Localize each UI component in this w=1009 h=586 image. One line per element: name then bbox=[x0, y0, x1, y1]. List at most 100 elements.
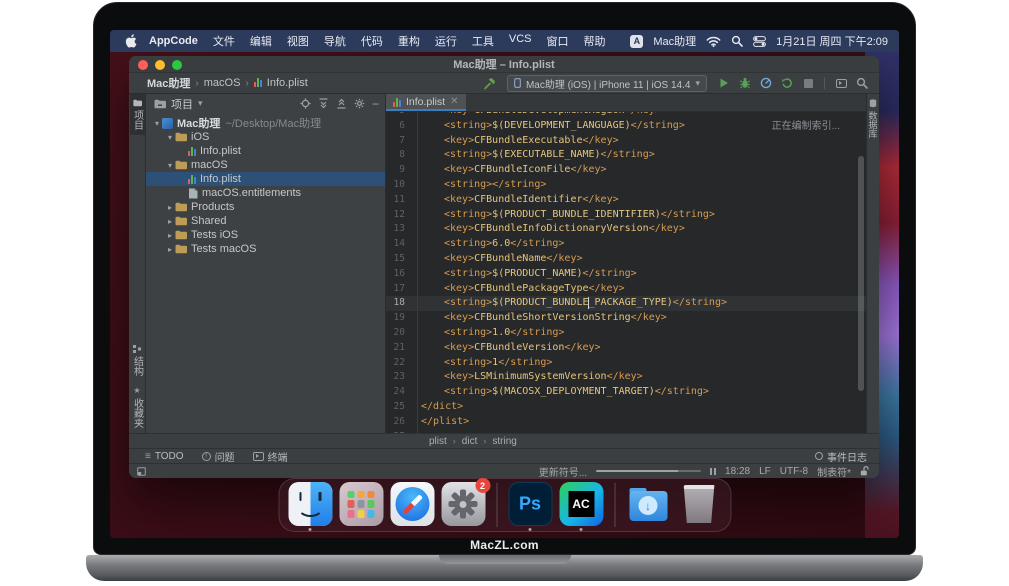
menubar-menu-10[interactable]: 帮助 bbox=[584, 33, 606, 49]
dock-item-safari[interactable] bbox=[389, 480, 435, 530]
tree-chevron-icon[interactable]: ▸ bbox=[165, 245, 175, 254]
menubar-menu-4[interactable]: 代码 bbox=[361, 33, 383, 49]
collapse-all-icon[interactable] bbox=[336, 98, 347, 109]
search-everywhere-icon[interactable] bbox=[853, 75, 871, 91]
tree-item-Info.plist[interactable]: Info.plist bbox=[146, 144, 385, 158]
spotlight-search-icon[interactable] bbox=[731, 35, 743, 47]
hide-panel-icon[interactable]: − bbox=[372, 99, 379, 109]
project-view-selector[interactable]: 项目 bbox=[171, 96, 193, 112]
breadcrumb-item-2[interactable]: Info.plist bbox=[267, 77, 308, 89]
minimize-window-button[interactable] bbox=[155, 60, 165, 70]
tree-item-macOS[interactable]: ▾macOS bbox=[146, 158, 385, 172]
tab-info-plist[interactable]: Info.plist ✕ bbox=[386, 94, 466, 111]
locate-file-icon[interactable] bbox=[300, 98, 311, 109]
caret-position-widget[interactable]: 18:28 bbox=[725, 466, 750, 477]
menubar-menu-5[interactable]: 重构 bbox=[398, 33, 420, 49]
stop-button[interactable] bbox=[799, 75, 817, 91]
code-line-9[interactable]: 9<key>CFBundleIconFile</key> bbox=[386, 163, 866, 178]
menubar-menu-8[interactable]: VCS bbox=[509, 33, 532, 49]
tree-item-macOS.entitlements[interactable]: macOS.entitlements bbox=[146, 186, 385, 200]
code-line-26[interactable]: 26</plist> bbox=[386, 415, 866, 430]
tool-button-favorites[interactable]: ★ 收藏夹 bbox=[130, 381, 145, 433]
editor-scrollbar[interactable] bbox=[858, 156, 864, 391]
code-line-19[interactable]: 19<key>CFBundleShortVersionString</key> bbox=[386, 311, 866, 326]
breadcrumb-item-1[interactable]: macOS bbox=[204, 77, 241, 89]
indent-widget[interactable]: 制表符* bbox=[817, 464, 851, 479]
editor-breadcrumb-dict[interactable]: dict bbox=[462, 436, 478, 447]
code-line-17[interactable]: 17<key>CFBundlePackageType</key> bbox=[386, 282, 866, 297]
tool-button-structure[interactable]: 结构 bbox=[130, 340, 145, 381]
wifi-icon[interactable] bbox=[706, 36, 721, 47]
build-hammer-icon[interactable] bbox=[481, 75, 499, 91]
tree-chevron-icon[interactable]: ▸ bbox=[165, 203, 175, 212]
code-line-8[interactable]: 8<string>$(EXECUTABLE_NAME)</string> bbox=[386, 148, 866, 163]
menubar-menu-2[interactable]: 视图 bbox=[287, 33, 309, 49]
tree-item-Tests-iOS[interactable]: ▸Tests iOS bbox=[146, 228, 385, 242]
menubar-menu-3[interactable]: 导航 bbox=[324, 33, 346, 49]
tree-item-Tests-macOS[interactable]: ▸Tests macOS bbox=[146, 242, 385, 256]
line-ending-widget[interactable]: LF bbox=[759, 466, 771, 477]
close-window-button[interactable] bbox=[138, 60, 148, 70]
menubar-menu-9[interactable]: 窗口 bbox=[547, 33, 569, 49]
terminal-tool-button[interactable]: 终端 bbox=[253, 449, 288, 464]
code-line-15[interactable]: 15<key>CFBundleName</key> bbox=[386, 252, 866, 267]
code-line-11[interactable]: 11<key>CFBundleIdentifier</key> bbox=[386, 193, 866, 208]
expand-all-icon[interactable] bbox=[318, 98, 329, 109]
zoom-window-button[interactable] bbox=[172, 60, 182, 70]
menubar-app-status[interactable]: Mac助理 bbox=[653, 33, 696, 49]
profile-button[interactable] bbox=[757, 75, 775, 91]
dock-item-launchpad[interactable] bbox=[338, 480, 384, 530]
code-line-20[interactable]: 20<string>1.0</string> bbox=[386, 326, 866, 341]
tool-button-project[interactable]: 项目 bbox=[130, 94, 145, 135]
tree-chevron-icon[interactable]: ▸ bbox=[165, 217, 175, 226]
code-line-25[interactable]: 25</dict> bbox=[386, 400, 866, 415]
menubar-menu-7[interactable]: 工具 bbox=[472, 33, 494, 49]
menubar-menu-6[interactable]: 运行 bbox=[435, 33, 457, 49]
lock-icon[interactable] bbox=[860, 466, 869, 476]
dock-item-settings[interactable]: 2 bbox=[440, 480, 486, 530]
dock-item-photoshop[interactable]: Ps bbox=[507, 480, 553, 530]
code-line-12[interactable]: 12<string>$(PRODUCT_BUNDLE_IDENTIFIER)</… bbox=[386, 208, 866, 223]
editor-breadcrumb-plist[interactable]: plist bbox=[429, 436, 447, 447]
tree-item-Shared[interactable]: ▸Shared bbox=[146, 214, 385, 228]
menubar-menu-0[interactable]: 文件 bbox=[213, 33, 235, 49]
tree-item-iOS[interactable]: ▾iOS bbox=[146, 130, 385, 144]
code-line-7[interactable]: 7<key>CFBundleExecutable</key> bbox=[386, 134, 866, 149]
code-editor[interactable]: 5<key>CFBundleDevelopmentRegion</key>6<s… bbox=[386, 112, 866, 433]
code-line-13[interactable]: 13<key>CFBundleInfoDictionaryVersion</ke… bbox=[386, 222, 866, 237]
code-line-14[interactable]: 14<string>6.0</string> bbox=[386, 237, 866, 252]
run-button[interactable] bbox=[715, 75, 733, 91]
tree-chevron-icon[interactable]: ▾ bbox=[165, 161, 175, 170]
code-line-10[interactable]: 10<string></string> bbox=[386, 178, 866, 193]
apple-menu-icon[interactable] bbox=[125, 34, 137, 48]
code-line-23[interactable]: 23<key>LSMinimumSystemVersion</key> bbox=[386, 370, 866, 385]
input-method-icon[interactable]: A bbox=[630, 35, 643, 48]
coverage-button[interactable] bbox=[778, 75, 796, 91]
event-log-button[interactable]: 事件日志 bbox=[815, 449, 867, 464]
tree-item-Info.plist[interactable]: Info.plist bbox=[146, 172, 385, 186]
run-anything-icon[interactable] bbox=[832, 75, 850, 91]
tree-chevron-icon[interactable]: ▾ bbox=[152, 119, 162, 128]
tree-chevron-icon[interactable]: ▸ bbox=[165, 231, 175, 240]
close-tab-icon[interactable]: ✕ bbox=[450, 96, 458, 107]
debug-button[interactable] bbox=[736, 75, 754, 91]
menubar-clock[interactable]: 1月21日 周四 下午2:09 bbox=[776, 33, 888, 49]
tool-button-database[interactable]: 数据库 bbox=[867, 94, 880, 143]
pause-progress-icon[interactable] bbox=[710, 468, 716, 475]
dock-item-trash[interactable] bbox=[676, 480, 722, 530]
editor-breadcrumb-string[interactable]: string bbox=[492, 436, 516, 447]
menubar-menu-1[interactable]: 编辑 bbox=[250, 33, 272, 49]
menubar-app-name[interactable]: AppCode bbox=[149, 35, 198, 47]
run-configuration-select[interactable]: Mac助理 (iOS) | iPhone 11 | iOS 14.4 ▾ bbox=[507, 75, 707, 92]
tool-window-toggle-icon[interactable] bbox=[137, 467, 146, 476]
control-center-icon[interactable] bbox=[753, 36, 766, 47]
dock-item-appcode[interactable]: AC bbox=[558, 480, 604, 530]
tree-item-Mac-[interactable]: ▾Mac助理~/Desktop/Mac助理 bbox=[146, 116, 385, 130]
code-line-22[interactable]: 22<string>1</string> bbox=[386, 356, 866, 371]
code-line-24[interactable]: 24<string>$(MACOSX_DEPLOYMENT_TARGET)</s… bbox=[386, 385, 866, 400]
dock-item-finder[interactable] bbox=[287, 480, 333, 530]
code-line-27[interactable]: 27 bbox=[386, 430, 866, 433]
window-titlebar[interactable]: Mac助理 – Info.plist bbox=[129, 56, 879, 73]
code-line-18[interactable]: 18<string>$(PRODUCT_BUNDLE_PACKAGE_TYPE)… bbox=[386, 296, 866, 311]
code-line-16[interactable]: 16<string>$(PRODUCT_NAME)</string> bbox=[386, 267, 866, 282]
